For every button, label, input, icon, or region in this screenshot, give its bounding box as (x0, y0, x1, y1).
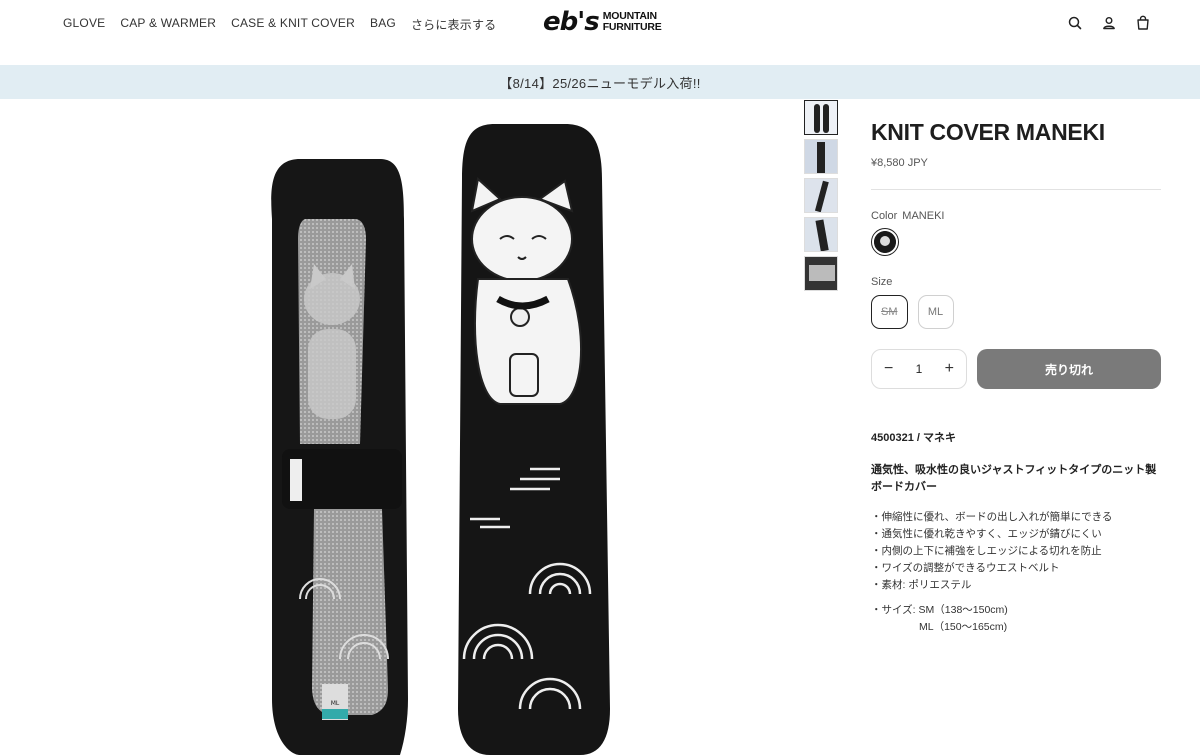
nav-item-bag[interactable]: BAG (370, 16, 396, 33)
feature-item: 通気性に優れ乾きやすく、エッジが錆びにくい (871, 526, 1161, 543)
size-options: SM ML (871, 295, 1161, 329)
size-option-sm[interactable]: SM (871, 295, 908, 329)
size-label: Size (871, 276, 893, 288)
product-lead: 通気性、吸水性の良いジャストフィットタイプのニット製ボードカバー (871, 464, 1157, 493)
size-spec: ・サイズ: SM（138〜150cm) ML（150〜165cm) (871, 602, 1161, 636)
feature-item: 内側の上下に補強をしエッジによる切れを防止 (871, 543, 1161, 560)
feature-item: 素材: ポリエステル (871, 577, 1161, 594)
size-option-ml[interactable]: ML (917, 295, 954, 329)
logo-mark: eb's (543, 7, 600, 37)
thumbnail-1[interactable] (804, 100, 838, 135)
header-icons (1066, 14, 1152, 32)
size-option-sm-label: SM (881, 306, 898, 318)
size-spec-line-1: ・サイズ: SM（138〜150cm) (871, 604, 1008, 616)
logo-wordmark: MOUNTAIN FURNITURE (603, 11, 662, 33)
product-code: 4500321 / マネキ (871, 432, 956, 444)
product-image[interactable]: ML (0, 99, 790, 755)
feature-list: 伸縮性に優れ、ボードの出し入れが簡単にできる 通気性に優れ乾きやすく、エッジが錆… (871, 509, 1161, 594)
quantity-stepper: − 1 + (871, 349, 967, 389)
announcement-bar[interactable]: 【8/14】25/26ニューモデル入荷!! (0, 65, 1200, 99)
nav-item-case-knit-cover[interactable]: CASE & KNIT COVER (231, 16, 355, 33)
quantity-increase-button[interactable]: + (945, 361, 954, 377)
nav-item-glove[interactable]: GLOVE (63, 16, 105, 33)
divider (871, 189, 1161, 190)
product-title: KNIT COVER MANEKI (871, 119, 1105, 145)
nav-item-cap-warmer[interactable]: CAP & WARMER (120, 16, 216, 33)
thumbnail-list (804, 100, 840, 291)
sold-out-button[interactable]: 売り切れ (977, 349, 1161, 389)
thumbnail-3[interactable] (804, 178, 838, 213)
brand-logo[interactable]: eb's MOUNTAIN FURNITURE (543, 9, 662, 35)
color-label-row: Color MANEKI (871, 210, 1161, 222)
feature-item: ワイズの調整ができるウエストベルト (871, 560, 1161, 577)
thumbnail-5[interactable] (804, 256, 838, 291)
size-option-ml-label: ML (927, 306, 944, 318)
main-nav: GLOVE CAP & WARMER CASE & KNIT COVER BAG… (63, 16, 496, 33)
account-icon[interactable] (1100, 14, 1118, 32)
size-spec-line-2: ML（150〜165cm) (919, 621, 1008, 633)
site-header: GLOVE CAP & WARMER CASE & KNIT COVER BAG… (0, 0, 1200, 65)
thumbnail-4[interactable] (804, 217, 838, 252)
quantity-value[interactable]: 1 (916, 362, 923, 376)
thumbnail-2[interactable] (804, 139, 838, 174)
search-icon[interactable] (1066, 14, 1084, 32)
nav-item-more[interactable]: さらに表示する (411, 16, 496, 33)
feature-item: 伸縮性に優れ、ボードの出し入れが簡単にできる (871, 509, 1161, 526)
color-value: MANEKI (902, 210, 945, 222)
purchase-row: − 1 + 売り切れ (871, 349, 1161, 389)
color-swatch-maneki[interactable] (871, 228, 899, 256)
quantity-decrease-button[interactable]: − (884, 361, 893, 377)
color-label: Color (871, 210, 898, 222)
snowboard-cover-illustration: ML (271, 124, 610, 755)
cart-icon[interactable] (1134, 14, 1152, 32)
product-info: KNIT COVER MANEKI ¥8,580 JPY Color MANEKI… (871, 99, 1161, 636)
product-price: ¥8,580 JPY (871, 157, 928, 169)
announcement-text: 【8/14】25/26ニューモデル入荷!! (499, 75, 701, 91)
swatch-image (874, 231, 896, 253)
size-tag-text: ML (331, 700, 340, 707)
logo-line-2: FURNITURE (602, 21, 662, 33)
